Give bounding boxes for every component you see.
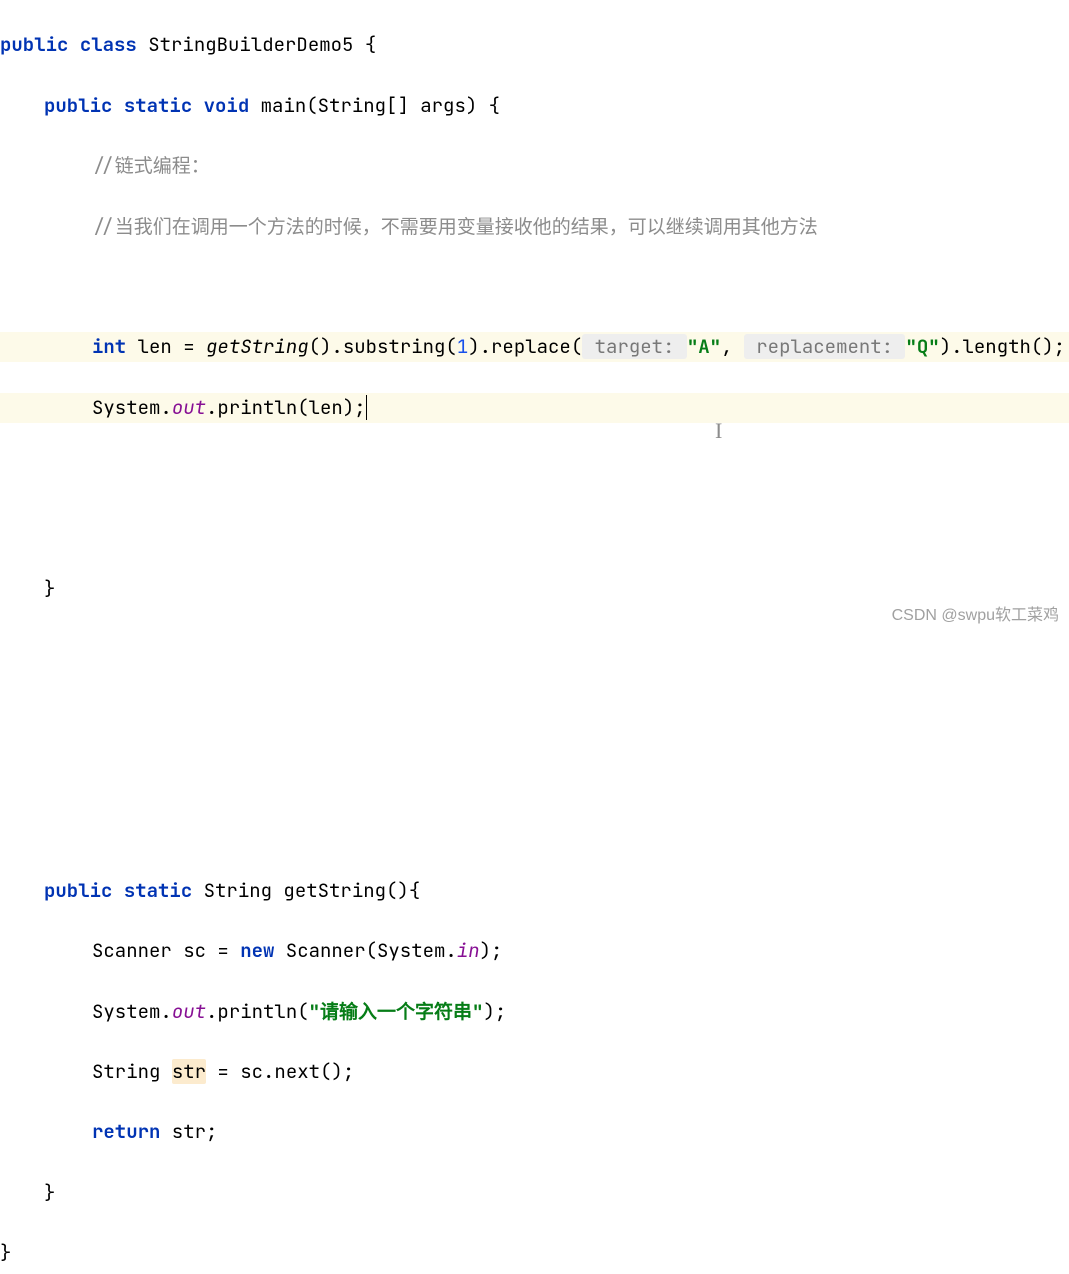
method-sig: main(String[] args) {	[261, 93, 500, 118]
code-text: ).length();	[940, 334, 1065, 359]
code-text: System.	[92, 999, 172, 1024]
comment: //当我们在调用一个方法的时候，不需要用变量接收他的结果，可以继续调用其他方法	[92, 214, 818, 239]
method-sig: String getString(){	[204, 878, 421, 903]
code-text: .println(len);	[206, 395, 366, 420]
variable-highlight: str	[172, 1059, 206, 1084]
code-text: Scanner(System.	[274, 938, 456, 963]
keyword-public: public	[0, 32, 68, 57]
code-text: ().substring(	[309, 334, 457, 359]
code-text: .println(	[206, 999, 309, 1024]
string-literal: "请输入一个字符串"	[309, 999, 484, 1024]
code-text: String	[92, 1059, 172, 1084]
param-hint: target:	[582, 334, 687, 359]
keyword-void: void	[204, 93, 250, 118]
keyword-static: static	[124, 878, 192, 903]
code-text: ).replace(	[468, 334, 582, 359]
code-text: len =	[126, 334, 206, 359]
string-literal: "A"	[687, 334, 721, 359]
keyword-return: return	[92, 1119, 160, 1144]
brace: }	[0, 1240, 11, 1265]
code-text: ,	[721, 334, 744, 359]
keyword-int: int	[92, 334, 126, 359]
comment: //链式编程：	[92, 153, 210, 178]
code-text: Scanner sc =	[92, 938, 240, 963]
method-call: getString	[206, 334, 309, 359]
class-name: StringBuilderDemo5 {	[148, 32, 376, 57]
string-literal: "Q"	[905, 334, 939, 359]
number-literal: 1	[457, 334, 468, 359]
code-editor[interactable]: public class StringBuilderDemo5 { public…	[0, 0, 1069, 1274]
param-hint: replacement:	[744, 334, 906, 359]
keyword-static: static	[124, 93, 192, 118]
code-text: = sc.next();	[206, 1059, 354, 1084]
field-out: out	[172, 395, 206, 420]
brace: }	[44, 1180, 55, 1205]
keyword-new: new	[240, 938, 274, 963]
field-in: in	[457, 938, 480, 963]
text-caret	[366, 395, 367, 420]
keyword-public: public	[44, 93, 112, 118]
code-text: System.	[92, 395, 172, 420]
field-out: out	[172, 999, 206, 1024]
brace: }	[44, 576, 55, 601]
keyword-public: public	[44, 878, 112, 903]
code-text: );	[480, 938, 503, 963]
keyword-class: class	[80, 32, 137, 57]
text-cursor-icon: I	[715, 413, 722, 448]
watermark: CSDN @swpu软工菜鸡	[892, 603, 1059, 629]
code-text: );	[483, 999, 506, 1024]
code-text: str;	[160, 1119, 217, 1144]
